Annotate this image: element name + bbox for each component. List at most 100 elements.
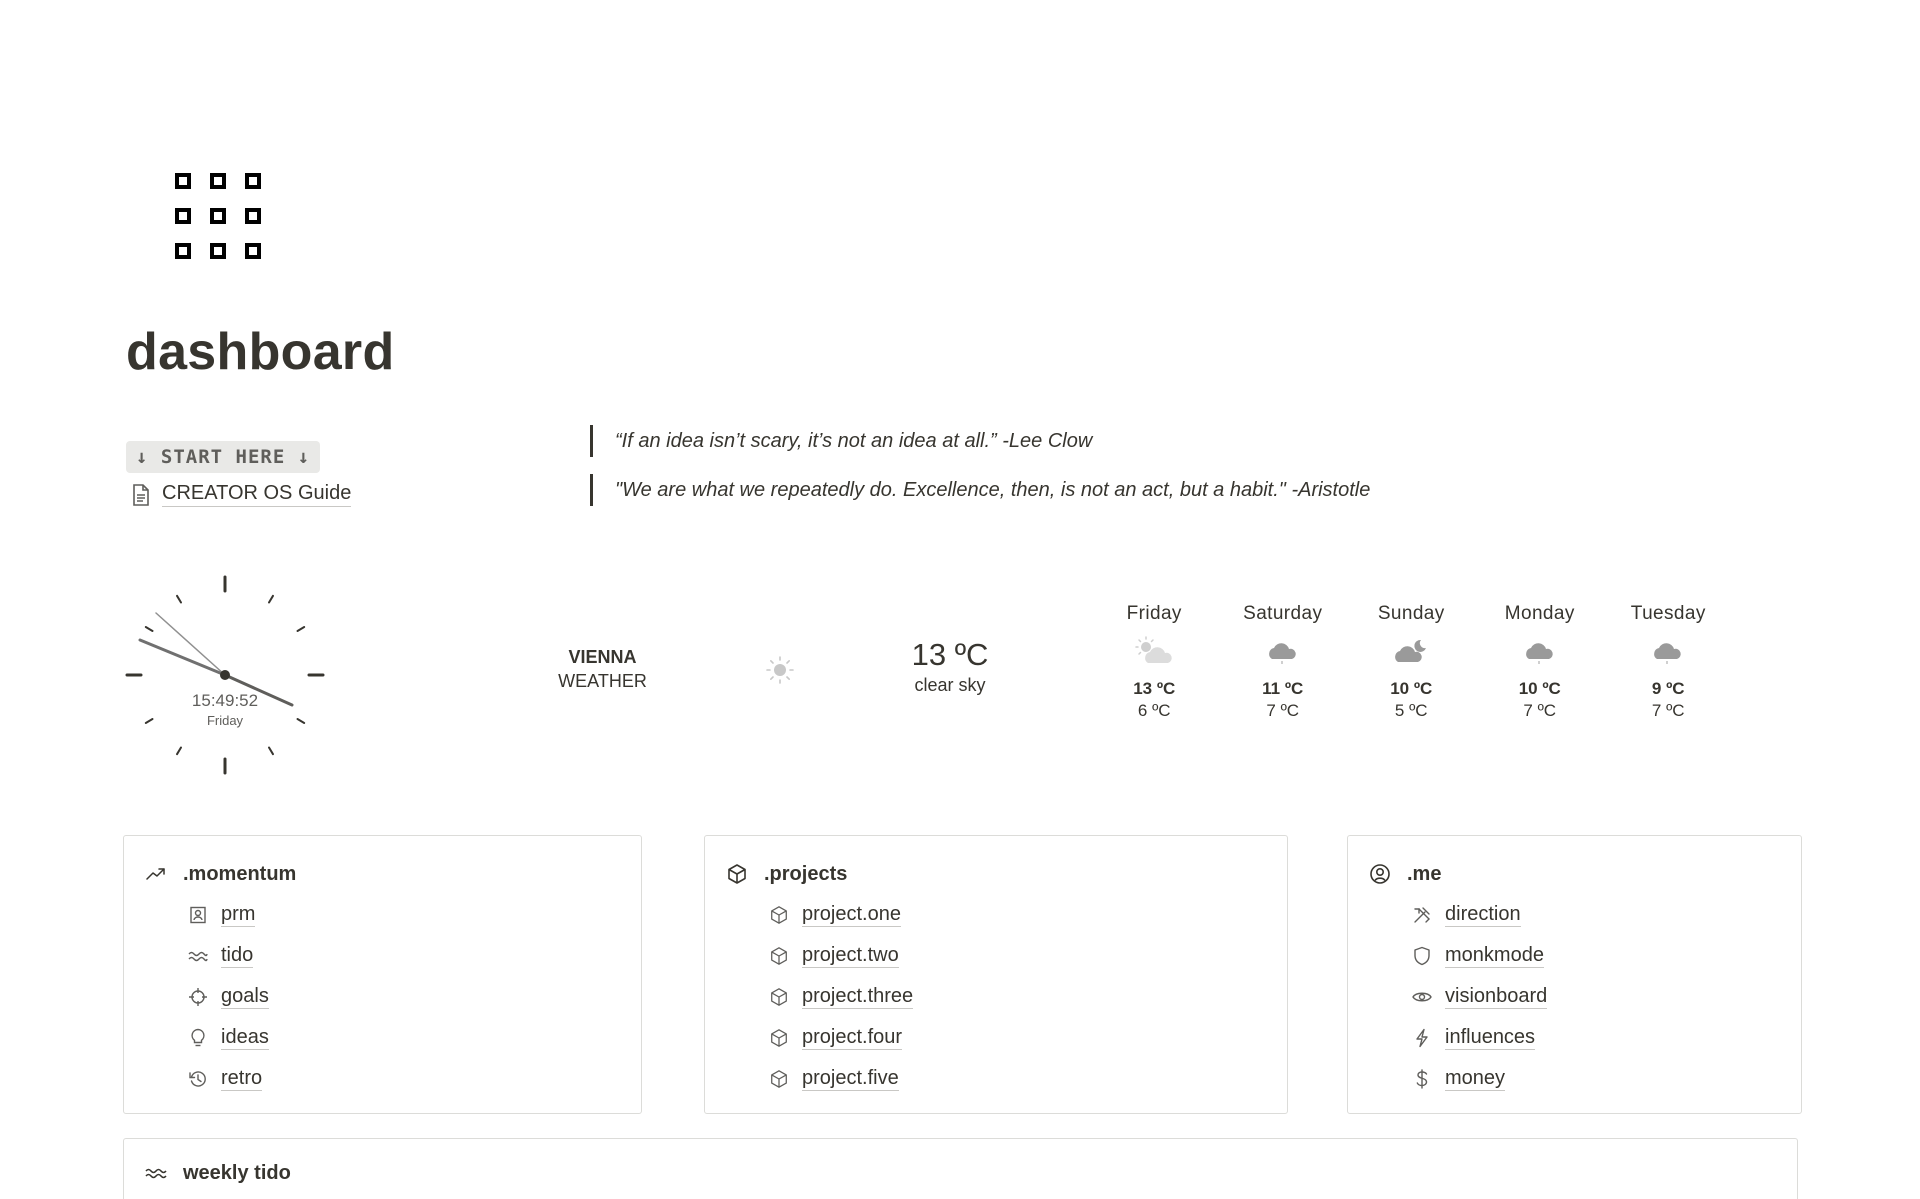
forecast-day: Tuesday 9 ºC 7 ºC — [1604, 600, 1733, 722]
cube-icon — [767, 1026, 791, 1050]
quote-block: "We are what we repeatedly do. Excellenc… — [590, 474, 1370, 506]
project-item[interactable]: project.four — [767, 1017, 913, 1058]
partly-cloudy-icon — [1132, 635, 1176, 669]
momentum-item-ideas[interactable]: ideas — [186, 1017, 269, 1058]
wave-lines-icon — [144, 1161, 168, 1185]
analog-clock-widget: 15:49:52 Friday — [120, 570, 330, 780]
crosshair-icon — [186, 985, 210, 1009]
cube-icon — [767, 903, 791, 927]
current-weather: 13 ºC clear sky — [890, 636, 1010, 696]
me-item-direction[interactable]: direction — [1410, 894, 1547, 935]
shield-icon — [1410, 944, 1434, 968]
item-label: influences — [1445, 1026, 1536, 1050]
second-hand — [155, 612, 226, 676]
forecast-high: 13 ºC — [1133, 679, 1176, 698]
cube-icon — [767, 1067, 791, 1091]
forecast-day: Monday 10 ºC 7 ºC — [1476, 600, 1605, 722]
guide-link-label: CREATOR OS Guide — [162, 482, 352, 507]
me-item-visionboard[interactable]: visionboard — [1410, 976, 1548, 1017]
forecast-day: Friday 13 ºC 6 ºC — [1090, 600, 1219, 722]
item-label: prm — [221, 903, 256, 927]
cube-icon — [725, 862, 749, 886]
item-label: monkmode — [1445, 944, 1544, 968]
forecast-low: 7 ºC — [1266, 701, 1300, 720]
momentum-header[interactable]: .momentum — [144, 862, 296, 886]
user-circle-icon — [1368, 862, 1392, 886]
project-item[interactable]: project.one — [767, 894, 913, 935]
forecast-high: 9 ºC — [1651, 679, 1685, 698]
forecast-day-name: Tuesday — [1630, 603, 1706, 624]
dollar-icon — [1410, 1067, 1434, 1091]
weather-forecast: Friday 13 ºC 6 ºC Saturday 11 ºC 7 ºC Su… — [1090, 600, 1733, 722]
item-label: direction — [1445, 903, 1521, 927]
weekly-tido-title: weekly tido — [183, 1161, 291, 1184]
quote-block: “If an idea isn’t scary, it’s not an ide… — [590, 425, 1092, 457]
city-name: VIENNA — [568, 647, 637, 667]
page-title: dashboard — [126, 323, 395, 381]
projects-header[interactable]: .projects — [725, 862, 847, 886]
forecast-high: 11 ºC — [1262, 679, 1304, 698]
item-label: retro — [221, 1067, 263, 1091]
projects-title: .projects — [764, 862, 848, 885]
page-icon — [130, 483, 152, 507]
item-label: tido — [221, 944, 254, 968]
forecast-low: 5 ºC — [1394, 701, 1428, 720]
weekly-tido-header[interactable]: weekly tido — [144, 1161, 291, 1185]
momentum-title: .momentum — [183, 862, 297, 885]
project-item[interactable]: project.three — [767, 976, 914, 1017]
item-label: ideas — [221, 1026, 269, 1050]
wave-lines-icon — [186, 944, 210, 968]
momentum-item-prm[interactable]: prm — [186, 894, 269, 935]
cloud-drizzle-icon — [1648, 635, 1688, 669]
clock-day: Friday — [207, 713, 244, 728]
momentum-card: .momentum prm tido goals ideas retro — [123, 835, 642, 1114]
forecast-day-name: Friday — [1126, 603, 1182, 624]
me-item-monkmode[interactable]: monkmode — [1410, 935, 1547, 976]
minute-hand — [138, 638, 227, 677]
current-temperature: 13 ºC — [911, 637, 989, 672]
contact-book-icon — [186, 903, 210, 927]
forecast-day: Sunday 10 ºC 5 ºC — [1347, 600, 1476, 722]
forecast-day-name: Saturday — [1243, 603, 1323, 624]
cloud-moon-icon — [1391, 635, 1431, 669]
me-item-influences[interactable]: influences — [1410, 1017, 1547, 1058]
projects-card: .projects project.one project.two projec… — [704, 835, 1288, 1114]
trending-up-icon — [144, 862, 168, 886]
me-title: .me — [1407, 862, 1442, 885]
grid-squares-icon[interactable] — [174, 172, 262, 260]
forecast-day-name: Monday — [1504, 603, 1575, 624]
forecast-high: 10 ºC — [1390, 679, 1433, 698]
cloud-drizzle-icon — [1520, 635, 1560, 669]
momentum-item-goals[interactable]: goals — [186, 976, 269, 1017]
weekly-tido-card: weekly tido — [123, 1138, 1798, 1199]
creator-os-guide-link[interactable]: CREATOR OS Guide — [130, 482, 352, 507]
forecast-low: 7 ºC — [1651, 701, 1685, 720]
cloud-drizzle-icon — [1263, 635, 1303, 669]
start-here-callout: ↓ START HERE ↓ — [126, 441, 321, 473]
cube-icon — [767, 944, 791, 968]
cube-icon — [767, 985, 791, 1009]
project-item[interactable]: project.five — [767, 1058, 913, 1099]
forecast-low: 6 ºC — [1137, 701, 1171, 720]
me-header[interactable]: .me — [1368, 862, 1441, 886]
momentum-item-tido[interactable]: tido — [186, 935, 269, 976]
lightning-icon — [1410, 1026, 1434, 1050]
weather-location: VIENNA WEATHER — [540, 645, 665, 693]
sun-icon — [765, 655, 795, 685]
tools-icon — [1410, 903, 1434, 927]
forecast-low: 7 ºC — [1523, 701, 1557, 720]
forecast-day-name: Sunday — [1377, 603, 1445, 624]
momentum-item-retro[interactable]: retro — [186, 1058, 269, 1099]
eye-icon — [1410, 985, 1434, 1009]
item-label: goals — [221, 985, 269, 1009]
history-icon — [186, 1067, 210, 1091]
item-label: project.two — [802, 944, 899, 968]
project-item[interactable]: project.two — [767, 935, 913, 976]
item-label: project.five — [802, 1067, 899, 1091]
item-label: project.four — [802, 1026, 903, 1050]
item-label: project.one — [802, 903, 901, 927]
me-item-money[interactable]: money — [1410, 1058, 1547, 1099]
item-label: project.three — [802, 985, 914, 1009]
item-label: visionboard — [1445, 985, 1548, 1009]
clock-time: 15:49:52 — [192, 691, 258, 710]
